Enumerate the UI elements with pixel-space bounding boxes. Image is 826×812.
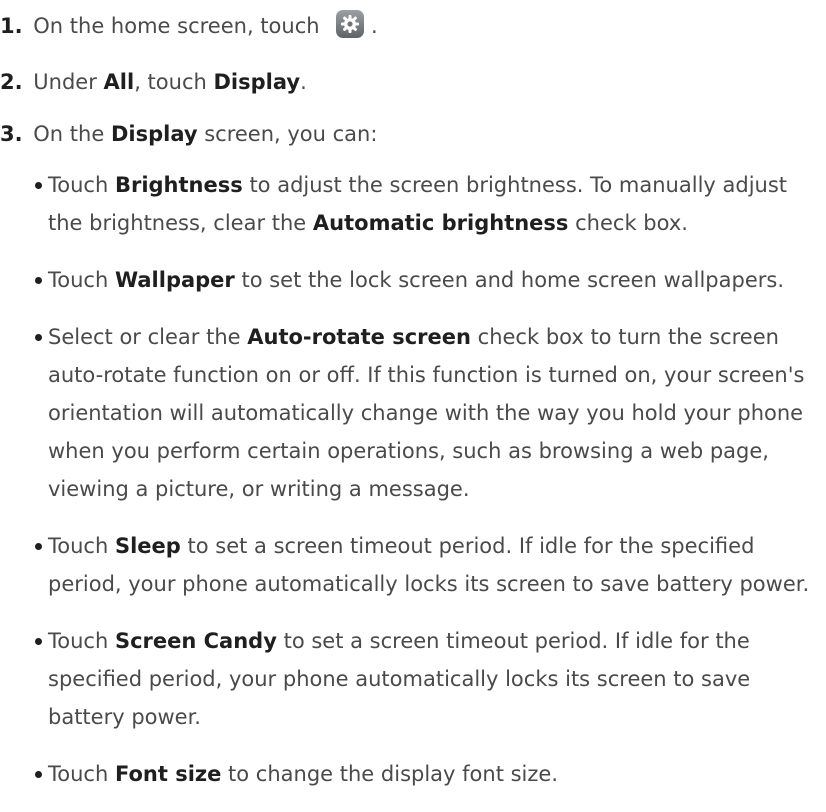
step-text-end: screen, you can: [204,122,378,146]
ui-term-automatic-brightness: Automatic brightness [312,211,569,235]
step-2: 2. Under All, touch Display. [0,66,307,98]
ui-term-all: All [103,70,135,94]
bullet-dot-icon [35,277,42,284]
ui-term-screen-candy: Screen Candy [114,629,277,653]
ui-term-wallpaper: Wallpaper [114,268,235,292]
bullet-dot-icon [35,334,42,341]
bullet-text: Touch [48,629,109,653]
list-item-brightness: Touch Brightness to adjust the screen br… [32,166,822,242]
list-item-sleep: Touch Sleep to set a screen timeout peri… [32,527,822,603]
ui-term-font-size: Font size [114,762,222,786]
bullet-text: Touch [48,268,109,292]
display-options-list: Touch Brightness to adjust the screen br… [32,166,822,812]
bullet-text: check box to turn the screen auto-rotate… [48,325,805,501]
step-number: 2. [0,70,23,94]
step-text: On the home screen, touch [33,14,320,38]
list-item-wallpaper: Touch Wallpaper to set the lock screen a… [32,261,822,299]
step-number: 1. [0,14,23,38]
list-item-font-size: Touch Font size to change the display fo… [32,755,822,793]
bullet-text: Touch [48,534,109,558]
bullet-text: Touch [48,762,109,786]
bullet-text: Touch [48,173,109,197]
list-item-screen-candy: Touch Screen Candy to set a screen timeo… [32,622,822,736]
step-number: 3. [0,122,23,146]
ui-term-brightness: Brightness [114,173,243,197]
bullet-dot-icon [35,182,42,189]
ui-term-auto-rotate-screen: Auto-rotate screen [247,325,471,349]
step-text: On the [33,122,105,146]
ui-term-display: Display [213,70,301,94]
step-1: 1. On the home screen, touch . [0,10,378,42]
bullet-dot-icon [35,771,42,778]
step-text-mid: , touch [134,70,207,94]
bullet-text: Select or clear the [48,325,241,349]
instructions-page: 1. On the home screen, touch . 2. Under … [0,0,826,786]
step-text-end: . [370,14,378,38]
list-item-auto-rotate: Select or clear the Auto-rotate screen c… [32,318,822,508]
bullet-text: to set the lock screen and home screen w… [241,268,784,292]
step-3: 3. On the Display screen, you can: [0,118,377,150]
ui-term-display: Display [110,122,198,146]
settings-gear-icon [336,10,365,38]
bullet-dot-icon [35,543,42,550]
bullet-text: check box. [575,211,688,235]
step-text-end: . [300,70,307,94]
bullet-text: to change the display font size. [228,762,558,786]
bullet-dot-icon [35,638,42,645]
ui-term-sleep: Sleep [114,534,181,558]
step-text: Under [33,70,97,94]
